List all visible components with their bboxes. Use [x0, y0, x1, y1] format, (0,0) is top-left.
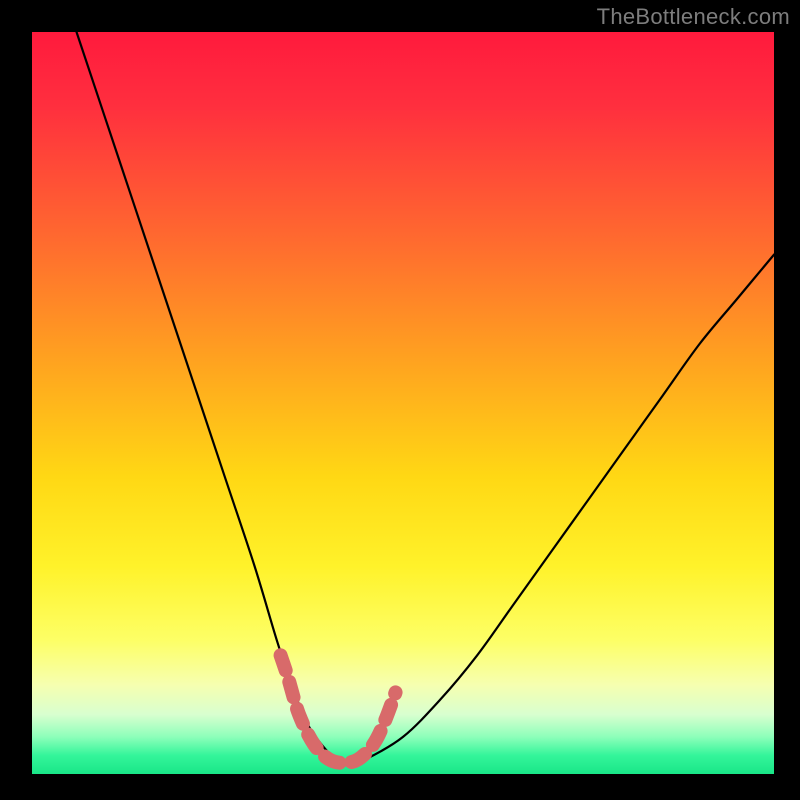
- gradient-background: [32, 32, 774, 774]
- bottleneck-chart: [0, 0, 800, 800]
- watermark-text: TheBottleneck.com: [597, 4, 790, 30]
- chart-stage: TheBottleneck.com: [0, 0, 800, 800]
